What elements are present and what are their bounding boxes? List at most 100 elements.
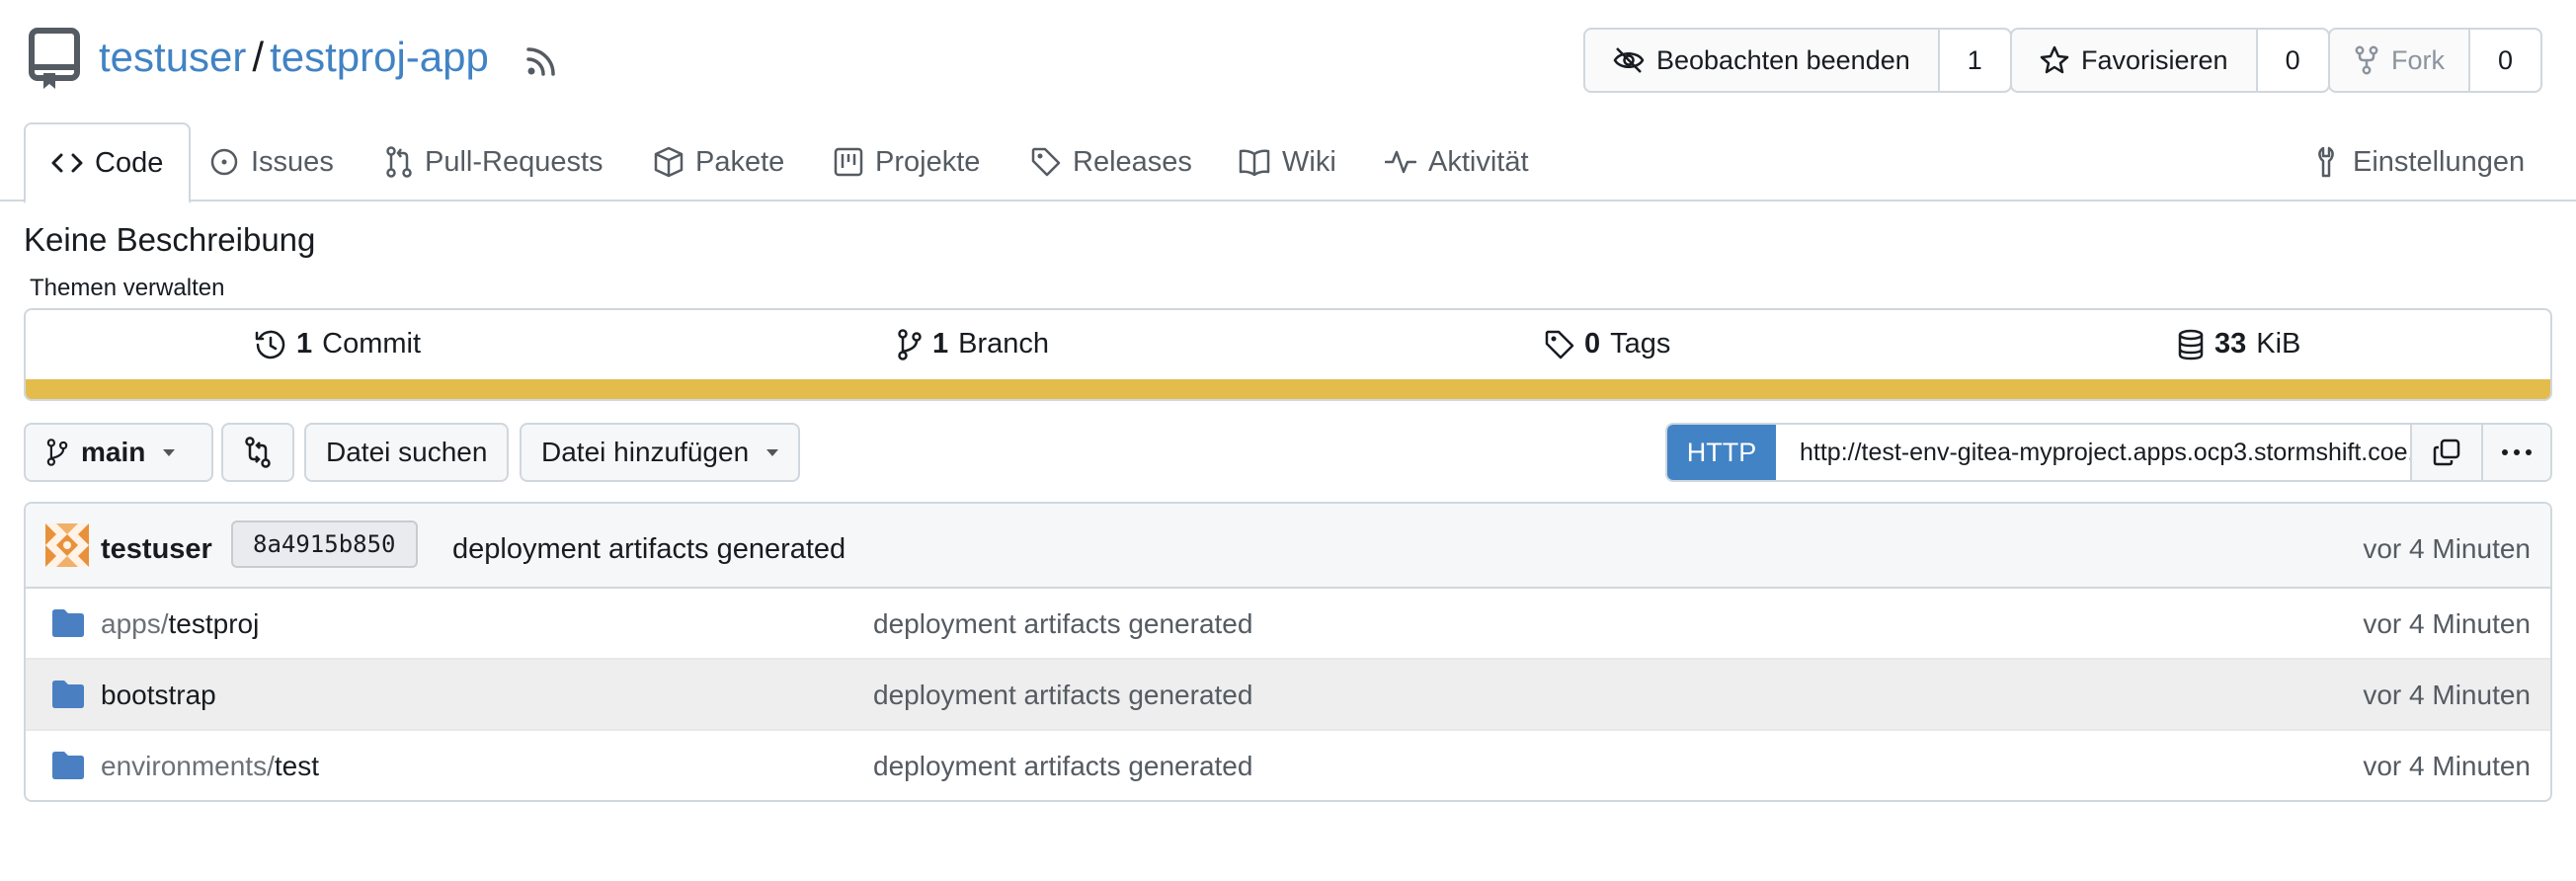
commit-author[interactable]: testuser <box>101 533 212 566</box>
rss-icon[interactable] <box>525 45 557 77</box>
tab-wiki[interactable]: Wiki <box>1239 122 1336 201</box>
path-name[interactable]: bootstrap <box>101 680 216 710</box>
kebab-horizontal-icon <box>2501 448 2533 456</box>
size-stat: 33 KiB <box>2177 328 2300 360</box>
branches-count: 1 <box>932 328 949 360</box>
tags-label: Tags <box>1610 328 1671 360</box>
tab-projects-label: Projekte <box>875 145 981 178</box>
path-name[interactable]: test <box>275 751 319 781</box>
branches-label: Branch <box>958 328 1050 360</box>
star-button-group: Favorisieren 0 <box>2010 28 2330 93</box>
folder-icon <box>51 751 85 780</box>
file-commit-time: vor 4 Minuten <box>2363 608 2531 639</box>
star-button[interactable]: Favorisieren <box>2012 30 2258 91</box>
star-label: Favorisieren <box>2081 44 2228 75</box>
package-icon <box>654 146 684 178</box>
size-count: 33 <box>2214 328 2247 360</box>
folder-icon <box>51 680 85 709</box>
database-icon <box>2177 329 2205 360</box>
unwatch-button[interactable]: Beobachten beenden <box>1585 30 1940 91</box>
commit-message[interactable]: deployment artifacts generated <box>452 533 845 566</box>
repo-description: Keine Beschreibung <box>24 221 316 258</box>
current-branch-label: main <box>81 437 146 467</box>
eye-closed-icon <box>1613 46 1645 74</box>
path-prefix[interactable]: environments/ <box>101 751 275 781</box>
search-file-button[interactable]: Datei suchen <box>304 423 510 482</box>
file-list: testuser 8a4915b850 deployment artifacts… <box>24 502 2552 802</box>
avatar[interactable] <box>45 523 89 567</box>
file-name-link[interactable]: environments/test <box>101 751 319 782</box>
copy-url-button[interactable] <box>2412 425 2481 480</box>
commits-label: Commit <box>322 328 422 360</box>
branches-stat[interactable]: 1 Branch <box>897 328 1049 360</box>
file-commit-message[interactable]: deployment artifacts generated <box>873 751 1252 782</box>
tab-settings-label: Einstellungen <box>2353 145 2526 178</box>
issue-icon <box>209 147 239 177</box>
branch-dropdown[interactable]: main <box>24 423 213 482</box>
watchers-count[interactable]: 1 <box>1939 30 2010 91</box>
path-name[interactable]: testproj <box>169 608 260 639</box>
add-file-dropdown[interactable]: Datei hinzufügen <box>520 423 801 482</box>
file-row[interactable]: bootstrap deployment artifacts generated… <box>26 660 2550 731</box>
tab-wiki-label: Wiki <box>1282 145 1336 178</box>
file-commit-time: vor 4 Minuten <box>2363 680 2531 710</box>
tab-code[interactable]: Code <box>24 122 192 203</box>
search-file-label: Datei suchen <box>326 437 488 467</box>
repo-header: testuser / testproj-app Beobachten beend… <box>0 0 2576 122</box>
repo-tabs: Code Issues Pull-Requests Pakete Projekt… <box>0 122 2576 203</box>
tab-activity-label: Aktivität <box>1428 145 1529 178</box>
code-icon <box>51 151 83 175</box>
more-options-button[interactable] <box>2481 425 2550 480</box>
file-commit-message[interactable]: deployment artifacts generated <box>873 608 1252 640</box>
tab-issues-label: Issues <box>251 145 334 178</box>
tab-pull-requests[interactable]: Pull-Requests <box>385 122 604 201</box>
tab-settings[interactable]: Einstellungen <box>2315 122 2525 201</box>
commits-count: 1 <box>296 328 313 360</box>
commits-stat[interactable]: 1 Commit <box>255 328 421 360</box>
compare-button[interactable] <box>221 423 294 482</box>
repo-owner-link[interactable]: testuser <box>99 34 246 81</box>
stars-count[interactable]: 0 <box>2257 30 2328 91</box>
copy-icon <box>2433 439 2460 466</box>
star-icon <box>2040 45 2069 75</box>
tab-issues[interactable]: Issues <box>209 122 334 201</box>
add-file-label: Datei hinzufügen <box>541 437 750 467</box>
repo-icon <box>28 28 81 91</box>
tab-projects[interactable]: Projekte <box>834 122 980 201</box>
commit-sha-link[interactable]: 8a4915b850 <box>231 521 418 568</box>
fork-button[interactable]: Fork <box>2330 30 2470 91</box>
file-name-link[interactable]: bootstrap <box>101 680 216 711</box>
unwatch-label: Beobachten beenden <box>1656 44 1910 75</box>
repo-title: testuser / testproj-app <box>99 34 489 81</box>
fork-button-group: Fork 0 <box>2328 28 2543 93</box>
file-name-link[interactable]: apps/testproj <box>101 608 259 640</box>
watch-button-group: Beobachten beenden 1 <box>1583 28 2012 93</box>
pulse-icon <box>1385 148 1416 176</box>
repo-name-link[interactable]: testproj-app <box>270 34 489 81</box>
project-board-icon <box>834 147 863 177</box>
folder-icon <box>51 608 85 638</box>
latest-commit-row: testuser 8a4915b850 deployment artifacts… <box>26 504 2550 589</box>
tab-code-label: Code <box>95 146 164 179</box>
manage-topics-link[interactable]: Themen verwalten <box>30 275 224 302</box>
file-commit-message[interactable]: deployment artifacts generated <box>873 680 1252 711</box>
chevron-down-icon <box>163 448 176 456</box>
http-protocol-button[interactable]: HTTP <box>1667 425 1776 480</box>
path-prefix[interactable]: apps/ <box>101 608 169 639</box>
branch-icon <box>897 328 923 360</box>
tag-icon <box>1545 330 1574 360</box>
tab-releases[interactable]: Releases <box>1031 122 1192 201</box>
file-row[interactable]: apps/testproj deployment artifacts gener… <box>26 589 2550 660</box>
file-row[interactable]: environments/test deployment artifacts g… <box>26 731 2550 800</box>
book-icon <box>1239 148 1270 176</box>
language-bar[interactable] <box>26 379 2550 399</box>
fork-label: Fork <box>2391 44 2445 75</box>
tab-packages[interactable]: Pakete <box>654 122 784 201</box>
file-commit-time: vor 4 Minuten <box>2363 751 2531 781</box>
clone-url-input[interactable]: http://test-env-gitea-myproject.apps.ocp… <box>1776 425 2412 480</box>
tab-activity[interactable]: Aktivität <box>1385 122 1529 201</box>
forks-count[interactable]: 0 <box>2470 30 2541 91</box>
tags-stat[interactable]: 0 Tags <box>1545 328 1670 360</box>
tags-count: 0 <box>1584 328 1601 360</box>
chevron-down-icon <box>766 448 779 456</box>
